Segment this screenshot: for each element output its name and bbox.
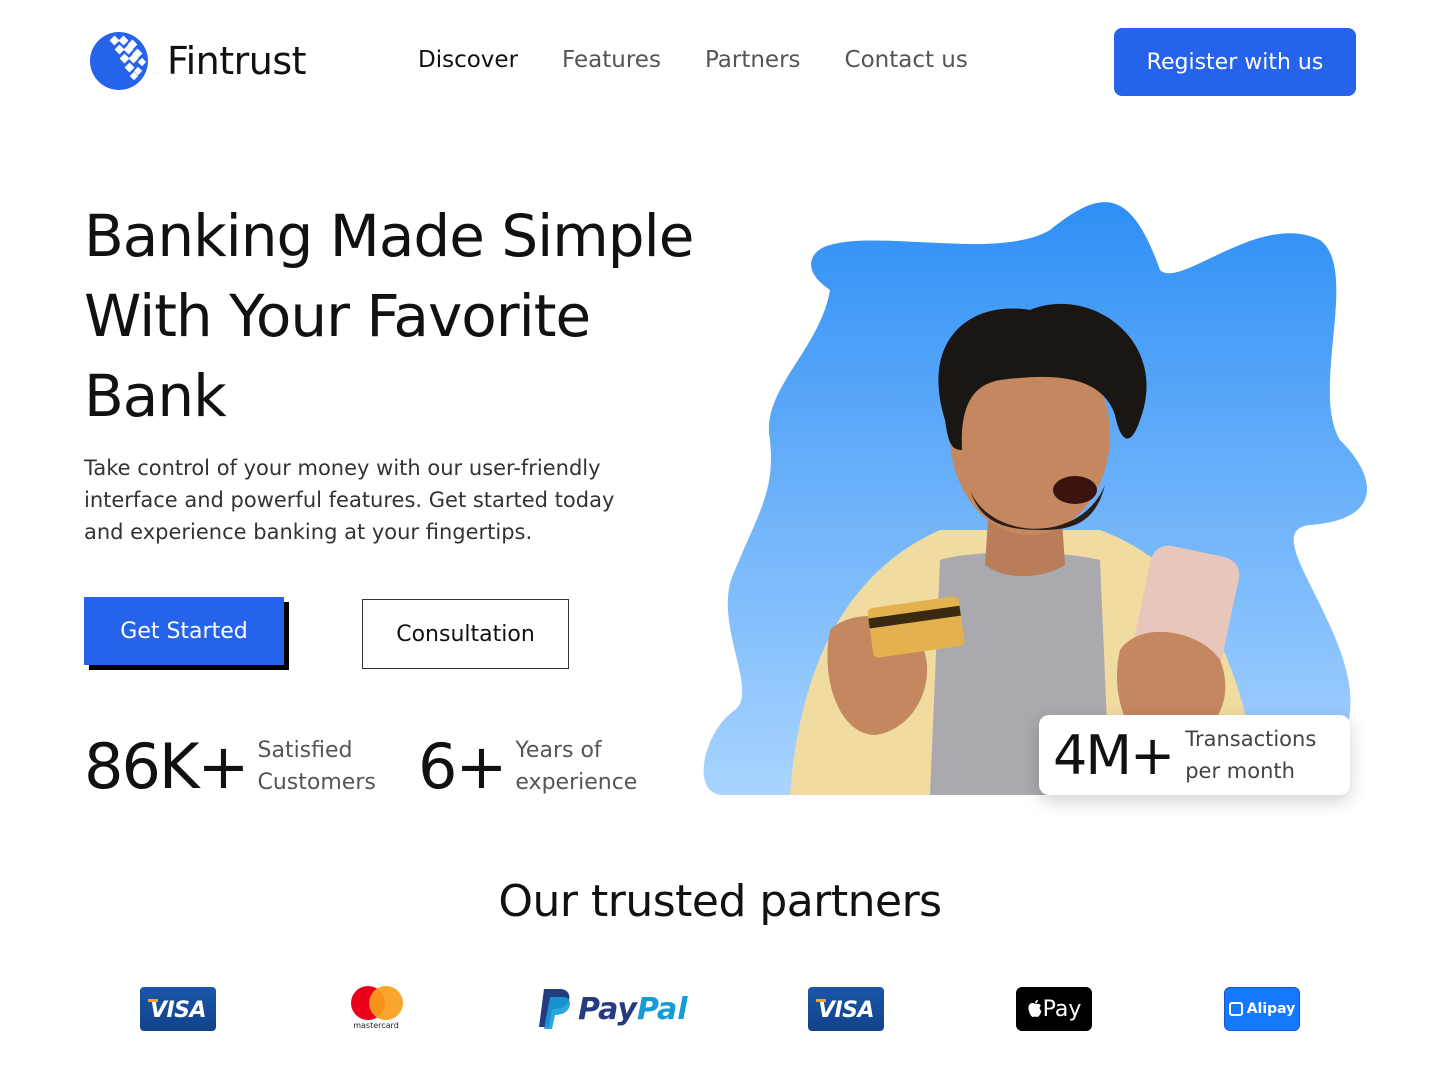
partner-mastercard[interactable]: mastercard (346, 986, 406, 1032)
mastercard-wordmark: mastercard (353, 1021, 399, 1030)
stat-customers: 86K+ Satisfied Customers (84, 730, 398, 803)
stat-years: 6+ Years of experience (418, 730, 655, 803)
mastercard-logo: mastercard (346, 986, 406, 1032)
main-nav: Discover Features Partners Contact us (418, 47, 1012, 73)
visa-logo: VISA (140, 987, 216, 1031)
get-started-button[interactable]: Get Started (84, 597, 284, 665)
stat-label: Years of experience (515, 737, 638, 795)
consultation-button[interactable]: Consultation (362, 599, 569, 669)
partner-visa-2[interactable]: VISA (808, 986, 884, 1032)
apple-pay-wordmark: Pay (1042, 996, 1082, 1022)
nav-features[interactable]: Features (562, 47, 661, 73)
stat-label: Satisfied Customers (257, 737, 376, 795)
hero-image (703, 202, 1368, 795)
partner-apple-pay[interactable]: Pay (1016, 986, 1092, 1032)
hero-title: Banking Made Simple With Your Favorite B… (84, 202, 694, 430)
apple-icon (1028, 999, 1042, 1017)
transactions-label: Transactions per month (1185, 727, 1317, 783)
brand-name: Fintrust (167, 39, 307, 83)
alipay-logo: Alipay (1224, 987, 1300, 1031)
nav-discover[interactable]: Discover (418, 47, 518, 73)
apple-pay-logo: Pay (1016, 987, 1092, 1031)
partner-visa[interactable]: VISA (140, 986, 216, 1032)
stat-value: 6+ (418, 730, 507, 803)
landing-page: Fintrust Discover Features Partners Cont… (0, 0, 1440, 1066)
nav-contact-us[interactable]: Contact us (845, 47, 968, 73)
brand-logo[interactable]: Fintrust (89, 31, 307, 91)
transactions-value: 4M+ (1053, 723, 1175, 787)
alipay-wordmark: Alipay (1246, 1001, 1296, 1017)
nav-partners[interactable]: Partners (705, 47, 801, 73)
hero-subtitle: Take control of your money with our user… (84, 456, 615, 544)
paypal-icon (539, 989, 570, 1029)
logo-icon (90, 32, 148, 90)
alipay-icon (1228, 1002, 1243, 1016)
partner-paypal[interactable]: PayPal (536, 986, 688, 1032)
stat-value: 86K+ (84, 730, 249, 803)
partner-alipay[interactable]: Alipay (1224, 986, 1300, 1032)
register-button[interactable]: Register with us (1114, 28, 1356, 96)
paypal-wordmark: PayPal (578, 991, 688, 1027)
transactions-card: 4M+ Transactions per month (1039, 715, 1350, 795)
partners-title: Our trusted partners (498, 876, 942, 927)
paypal-logo: PayPal (536, 987, 688, 1031)
visa-logo: VISA (808, 987, 884, 1031)
